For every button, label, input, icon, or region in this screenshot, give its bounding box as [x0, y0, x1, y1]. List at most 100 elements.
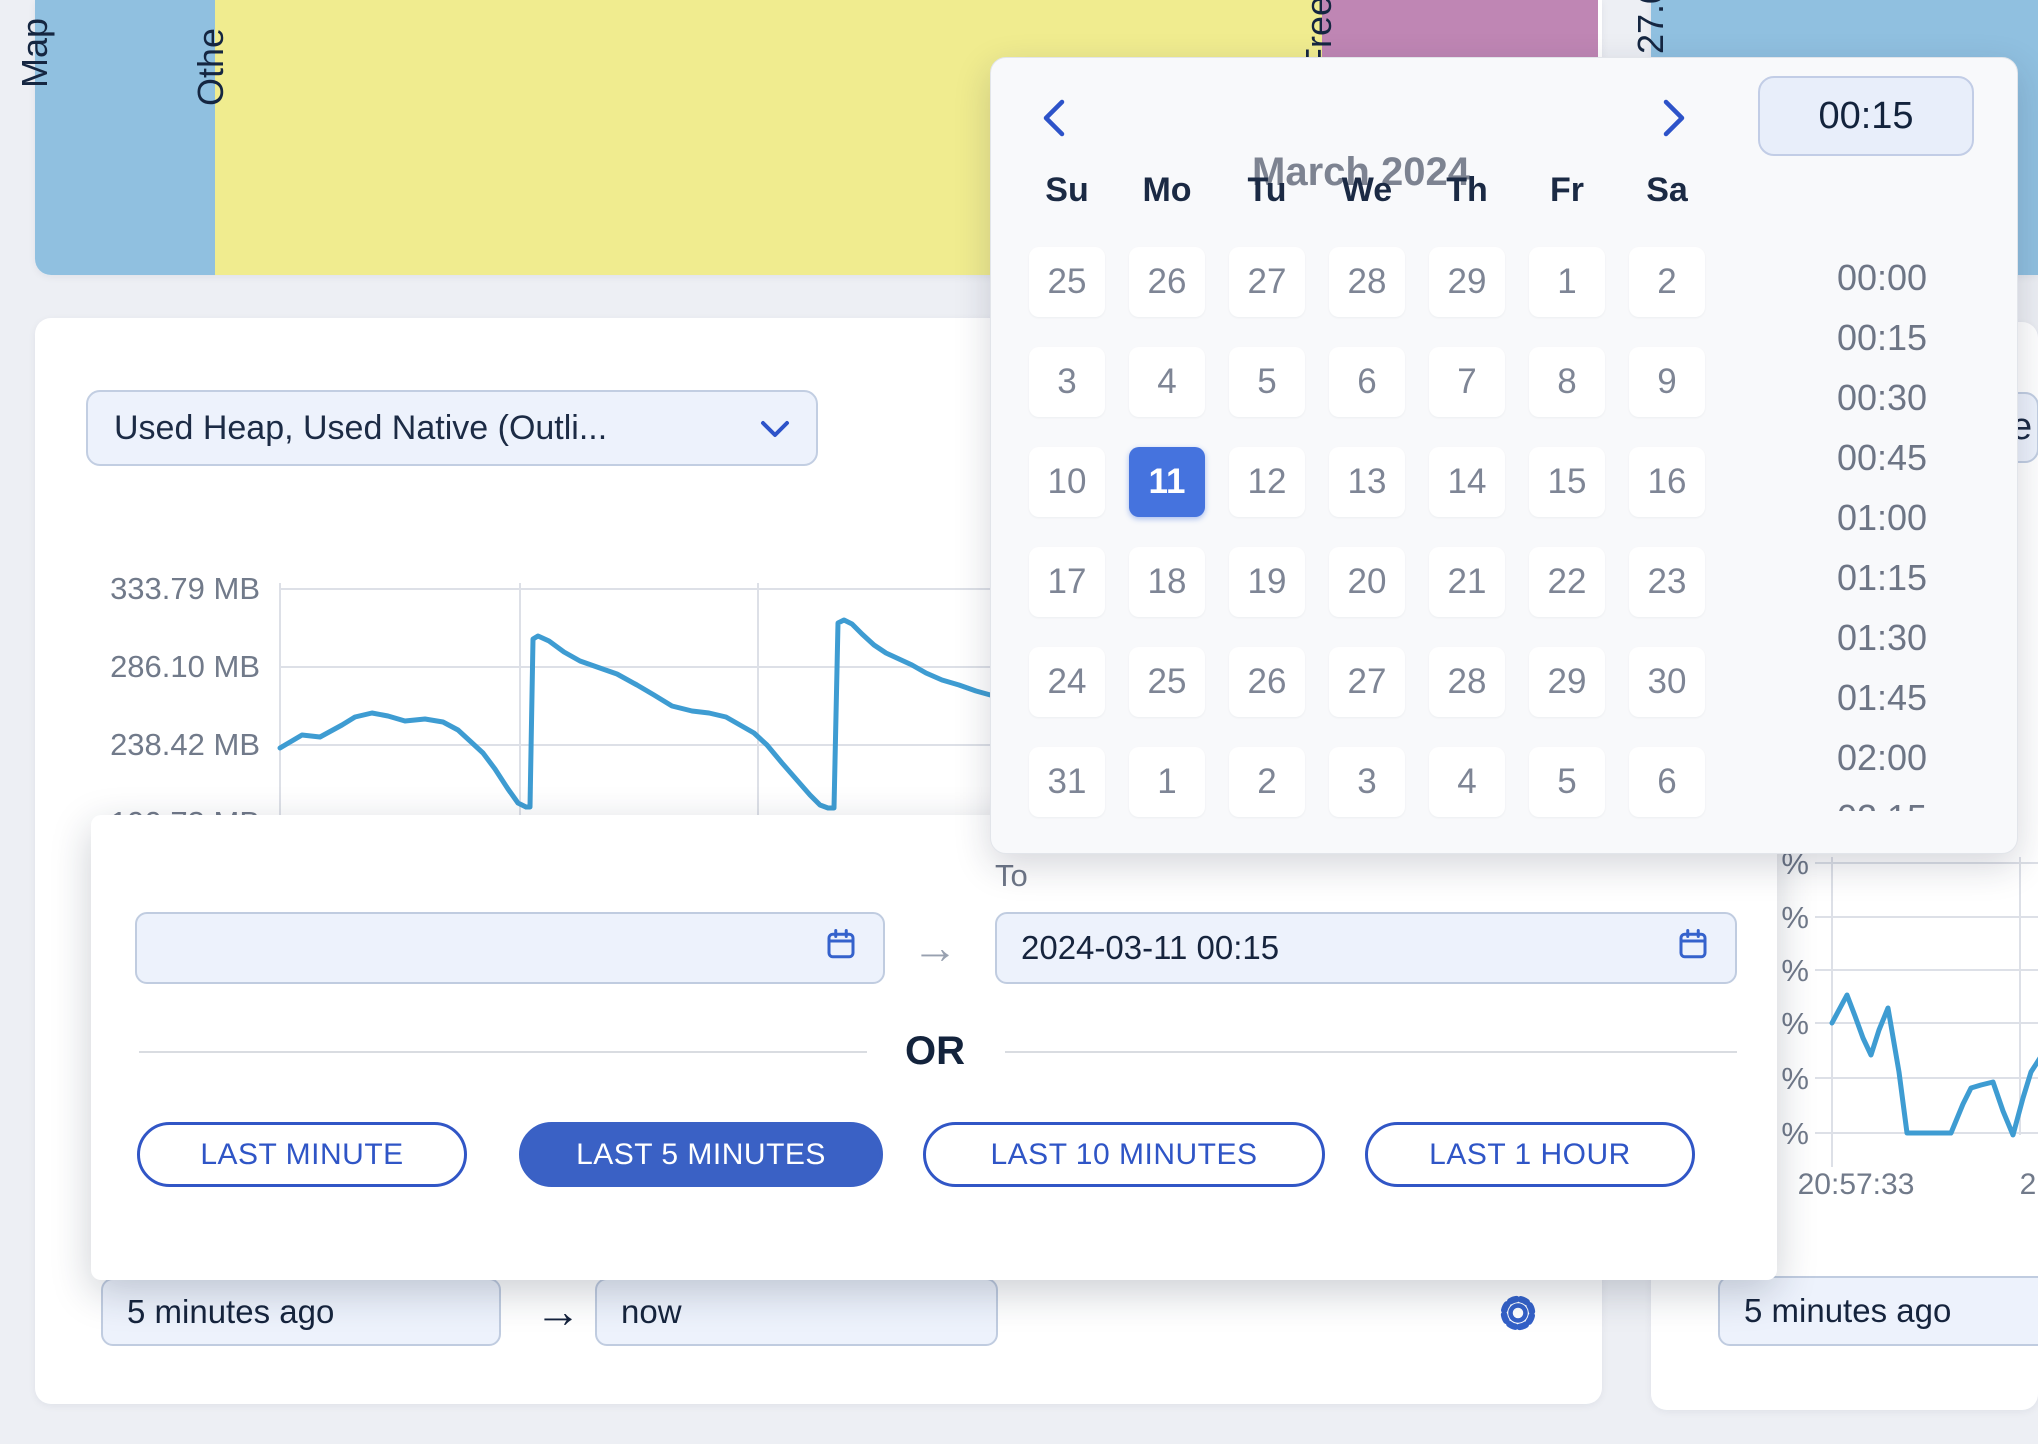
to-date-value[interactable]: [1021, 929, 1675, 967]
day-cell[interactable]: 21: [1429, 547, 1505, 617]
to-label: To: [995, 858, 1028, 894]
calendar-icon[interactable]: [823, 926, 859, 970]
settings-gear-icon[interactable]: [1495, 1290, 1541, 1341]
quick-range-button-last-10-minutes[interactable]: LAST 10 MINUTES: [923, 1122, 1325, 1187]
range-from-quick-value-right: 5 minutes ago: [1744, 1292, 1951, 1330]
quick-range-button-last-1-hour[interactable]: LAST 1 HOUR: [1365, 1122, 1695, 1187]
day-cell[interactable]: 22: [1529, 547, 1605, 617]
time-option[interactable]: 00:15: [1787, 308, 1977, 368]
time-option[interactable]: 02:15: [1787, 788, 1977, 811]
axis-tick-label: %: [1781, 1116, 1809, 1151]
time-option[interactable]: 00:45: [1787, 428, 1977, 488]
calendar-icon[interactable]: [1675, 926, 1711, 970]
quick-range-button-last-minute[interactable]: LAST MINUTE: [137, 1122, 467, 1187]
weekday-header-fr: Fr: [1529, 171, 1605, 210]
day-cell[interactable]: 26: [1129, 247, 1205, 317]
day-cell[interactable]: 26: [1229, 647, 1305, 717]
segment-label-right: 27.0: [1630, 0, 1672, 54]
day-cell[interactable]: 3: [1329, 747, 1405, 817]
from-date-value[interactable]: [161, 929, 823, 967]
day-cell[interactable]: 23: [1629, 547, 1705, 617]
axis-tick-label: 333.79 MB: [110, 571, 260, 606]
day-cell[interactable]: 13: [1329, 447, 1405, 517]
day-cell[interactable]: 1: [1129, 747, 1205, 817]
weekday-header-su: Su: [1029, 171, 1105, 210]
time-input[interactable]: [1758, 76, 1974, 156]
day-cell[interactable]: 2: [1229, 747, 1305, 817]
day-cell[interactable]: 1: [1529, 247, 1605, 317]
day-cell[interactable]: 24: [1029, 647, 1105, 717]
day-cell[interactable]: 30: [1629, 647, 1705, 717]
day-cell[interactable]: 6: [1629, 747, 1705, 817]
axis-tick-label: %: [1781, 900, 1809, 935]
day-cell[interactable]: 5: [1529, 747, 1605, 817]
segment-label-other: Othe: [190, 28, 232, 106]
day-cell[interactable]: 29: [1429, 247, 1505, 317]
day-cell[interactable]: 8: [1529, 347, 1605, 417]
time-option[interactable]: 00:00: [1787, 248, 1977, 308]
to-date-input[interactable]: [995, 912, 1737, 984]
prev-month-button[interactable]: [1029, 92, 1081, 144]
range-arrow-icon: →: [535, 1284, 581, 1338]
day-cell[interactable]: 17: [1029, 547, 1105, 617]
day-cell[interactable]: 28: [1329, 247, 1405, 317]
day-cell[interactable]: 9: [1629, 347, 1705, 417]
range-from-quick-value: 5 minutes ago: [127, 1293, 334, 1331]
axis-tick-label: %: [1781, 1061, 1809, 1096]
or-divider-right: [1005, 1051, 1737, 1053]
range-from-quick-input[interactable]: 5 minutes ago: [101, 1278, 501, 1346]
time-option[interactable]: 01:30: [1787, 608, 1977, 668]
day-cell-selected[interactable]: 11: [1129, 447, 1205, 517]
day-cell[interactable]: 27: [1329, 647, 1405, 717]
percent-series-line: [1832, 995, 2038, 1135]
time-option[interactable]: 01:00: [1787, 488, 1977, 548]
range-to-quick-value: now: [621, 1293, 682, 1331]
day-cell[interactable]: 4: [1429, 747, 1505, 817]
day-cell[interactable]: 15: [1529, 447, 1605, 517]
or-divider-left: [139, 1051, 867, 1053]
day-cell[interactable]: 2: [1629, 247, 1705, 317]
from-date-input[interactable]: [135, 912, 885, 984]
time-option[interactable]: 00:30: [1787, 368, 1977, 428]
day-cell[interactable]: 19: [1229, 547, 1305, 617]
day-cell[interactable]: 12: [1229, 447, 1305, 517]
axis-tick-label: 238.42 MB: [110, 727, 260, 762]
range-to-quick-input[interactable]: now: [595, 1278, 998, 1346]
day-cell[interactable]: 3: [1029, 347, 1105, 417]
day-cell[interactable]: 10: [1029, 447, 1105, 517]
day-cell[interactable]: 28: [1429, 647, 1505, 717]
memory-segment-mapped[interactable]: [35, 0, 215, 275]
weekday-header-th: Th: [1429, 171, 1505, 210]
quick-range-button-last-5-minutes[interactable]: LAST 5 MINUTES: [519, 1122, 883, 1187]
time-option[interactable]: 01:45: [1787, 668, 1977, 728]
day-cell[interactable]: 25: [1029, 247, 1105, 317]
range-from-quick-input-right[interactable]: 5 minutes ago: [1718, 1276, 2038, 1346]
app-stage: Map Othe Free 27.0 Used Heap, Used Nativ…: [0, 0, 2038, 1444]
day-cell[interactable]: 27: [1229, 247, 1305, 317]
weekday-header-tu: Tu: [1229, 171, 1305, 210]
day-cell[interactable]: 4: [1129, 347, 1205, 417]
day-cell[interactable]: 6: [1329, 347, 1405, 417]
day-cell[interactable]: 5: [1229, 347, 1305, 417]
next-month-button[interactable]: [1647, 92, 1699, 144]
day-cell[interactable]: 7: [1429, 347, 1505, 417]
time-option[interactable]: 01:15: [1787, 548, 1977, 608]
day-cell[interactable]: 29: [1529, 647, 1605, 717]
day-cell[interactable]: 14: [1429, 447, 1505, 517]
day-cell[interactable]: 25: [1129, 647, 1205, 717]
weekday-header-mo: Mo: [1129, 171, 1205, 210]
segment-label-map: Map: [14, 18, 56, 88]
weekday-header-sa: Sa: [1629, 171, 1705, 210]
day-cell[interactable]: 31: [1029, 747, 1105, 817]
or-label: OR: [905, 1029, 965, 1074]
axis-tick-label: 20:57:33: [1798, 1168, 1915, 1201]
axis-tick-label: %: [1781, 1006, 1809, 1041]
weekday-header-we: We: [1329, 171, 1405, 210]
axis-tick-label: 2: [2020, 1168, 2037, 1201]
time-option[interactable]: 02:00: [1787, 728, 1977, 788]
day-cell[interactable]: 18: [1129, 547, 1205, 617]
axis-tick-label: %: [1781, 953, 1809, 988]
day-cell[interactable]: 16: [1629, 447, 1705, 517]
calendar-grid: 2526272829123456789101112131415161718192…: [1029, 247, 1705, 817]
day-cell[interactable]: 20: [1329, 547, 1405, 617]
